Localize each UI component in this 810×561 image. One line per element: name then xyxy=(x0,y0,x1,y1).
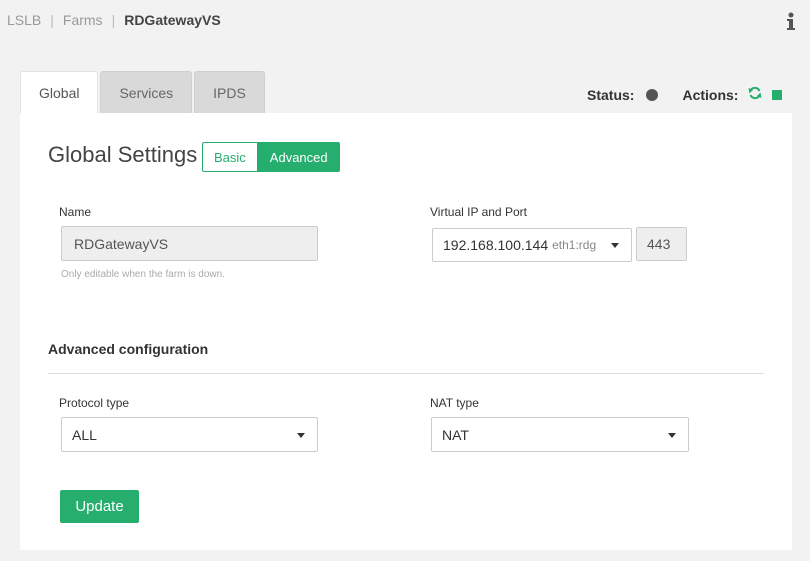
tab-ipds[interactable]: IPDS xyxy=(194,71,265,114)
chevron-down-icon xyxy=(297,432,305,438)
global-settings-panel: Global Settings Basic Advanced Name RDGa… xyxy=(20,113,792,550)
mode-toggle: Basic Advanced xyxy=(202,142,340,172)
nat-type-value: NAT xyxy=(442,426,469,443)
tab-bar: Global Services IPDS xyxy=(20,71,267,114)
divider xyxy=(48,373,764,374)
refresh-icon[interactable] xyxy=(748,86,762,103)
chevron-down-icon xyxy=(668,432,676,438)
protocol-type-select[interactable]: ALL xyxy=(61,417,318,452)
breadcrumb-separator: | xyxy=(50,12,54,28)
name-field: RDGatewayVS xyxy=(61,226,318,261)
port-value: 443 xyxy=(647,236,671,252)
breadcrumb-item-farms[interactable]: Farms xyxy=(63,12,103,28)
nat-type-label: NAT type xyxy=(430,396,479,410)
breadcrumb-current: RDGatewayVS xyxy=(124,12,221,28)
advanced-mode-button[interactable]: Advanced xyxy=(257,142,340,172)
info-icon[interactable] xyxy=(786,12,796,32)
page-title: Global Settings xyxy=(48,142,198,167)
protocol-type-label: Protocol type xyxy=(59,396,130,410)
advanced-config-title: Advanced configuration xyxy=(48,341,209,357)
actions-label: Actions: xyxy=(682,86,739,103)
status-indicator-icon xyxy=(646,88,659,101)
breadcrumb-item-lslb[interactable]: LSLB xyxy=(7,12,41,28)
name-hint: Only editable when the farm is down. xyxy=(61,269,225,280)
vip-ip-value: 192.168.100.144 xyxy=(443,237,549,253)
tab-global[interactable]: Global xyxy=(20,71,99,114)
update-button[interactable]: Update xyxy=(60,490,139,523)
breadcrumb: LSLB | Farms | RDGatewayVS xyxy=(7,12,221,28)
port-field: 443 xyxy=(636,227,687,261)
basic-mode-button[interactable]: Basic xyxy=(202,142,258,172)
status-actions-bar: Status: Actions: xyxy=(587,86,783,103)
status-label: Status: xyxy=(587,86,635,103)
vip-interface-value: eth1:rdg xyxy=(552,238,597,252)
name-label: Name xyxy=(59,205,92,219)
breadcrumb-separator: | xyxy=(111,12,116,28)
vip-label: Virtual IP and Port xyxy=(430,205,527,219)
protocol-type-value: ALL xyxy=(72,426,97,443)
nat-type-select[interactable]: NAT xyxy=(431,417,689,452)
tab-services[interactable]: Services xyxy=(100,71,193,114)
vip-select[interactable]: 192.168.100.144 eth1:rdg xyxy=(432,228,632,262)
name-value: RDGatewayVS xyxy=(74,235,169,252)
stop-icon[interactable] xyxy=(772,87,783,103)
chevron-down-icon xyxy=(611,243,619,248)
